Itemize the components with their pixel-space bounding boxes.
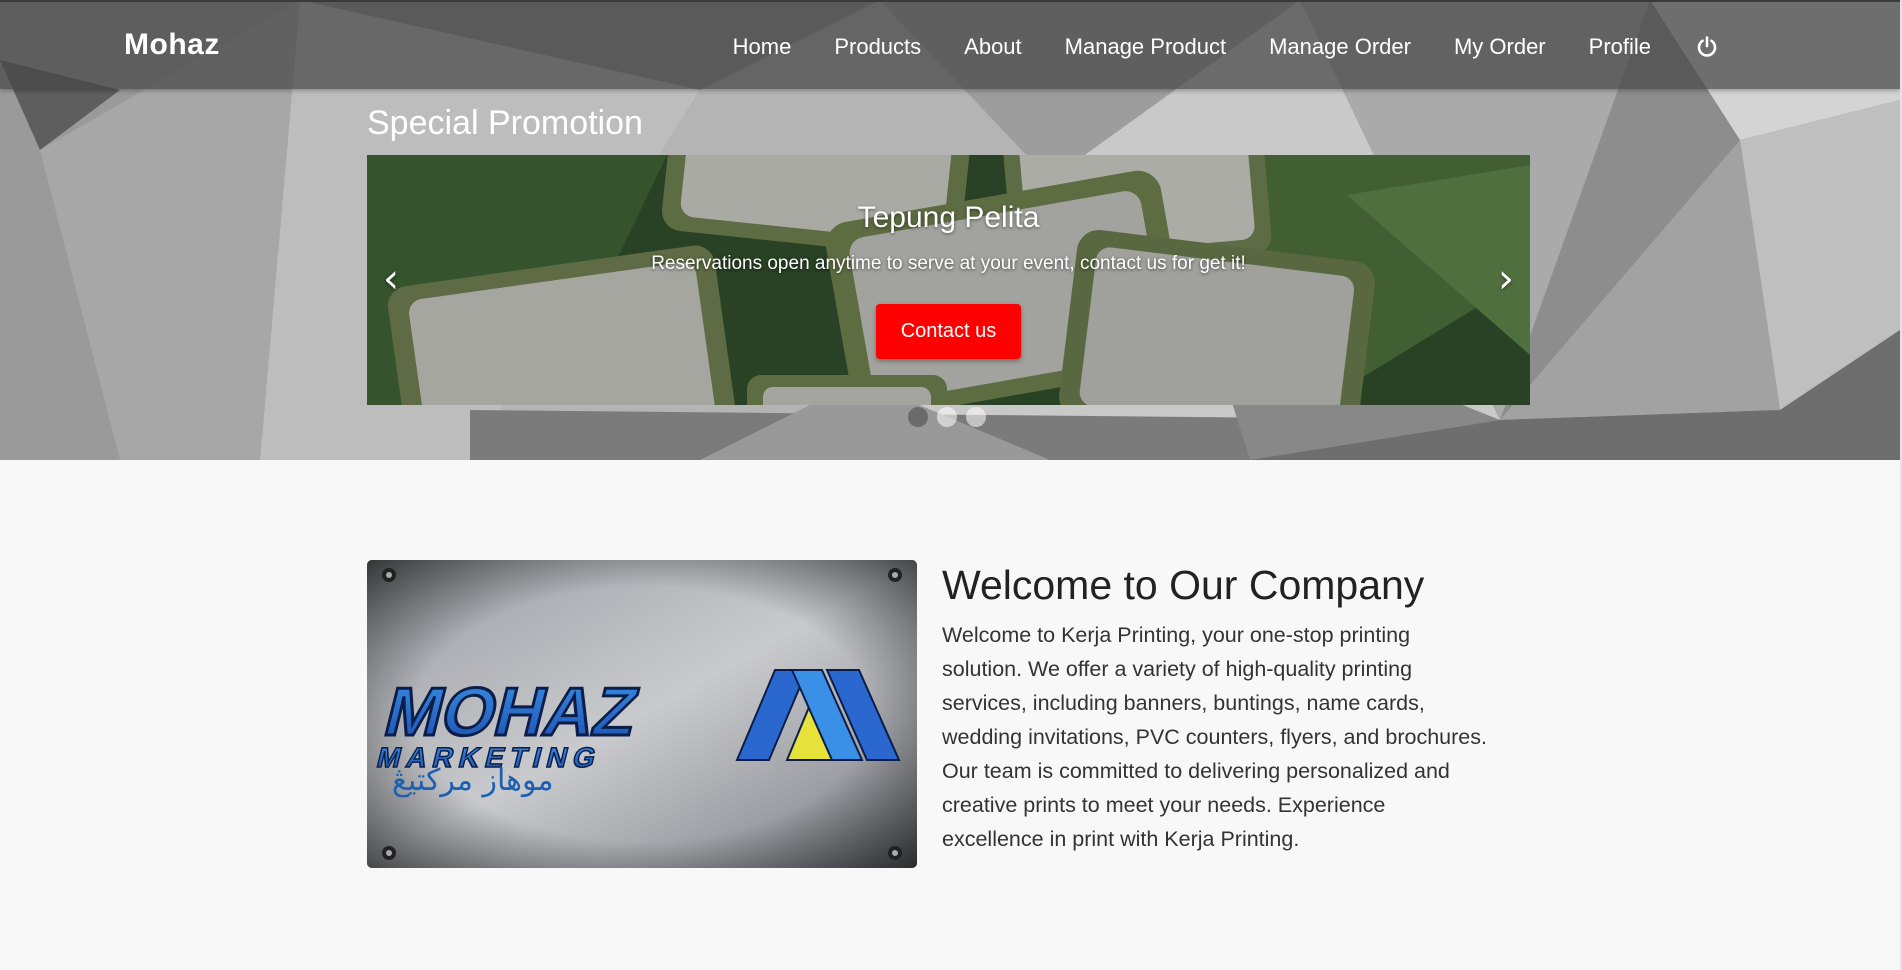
nav-about[interactable]: About bbox=[964, 34, 1022, 60]
promo-carousel: Tepung Pelita Reservations open anytime … bbox=[367, 155, 1530, 405]
carousel-indicator-2[interactable] bbox=[937, 407, 957, 427]
slide-title: Tepung Pelita bbox=[857, 201, 1040, 234]
brand-logo[interactable]: Mohaz bbox=[124, 28, 220, 62]
nav-home[interactable]: Home bbox=[733, 34, 792, 60]
slide-description: Reservations open anytime to serve at yo… bbox=[651, 253, 1246, 274]
welcome-paragraph: Welcome to Kerja Printing, your one-stop… bbox=[942, 623, 1487, 851]
carousel-indicators bbox=[908, 407, 986, 427]
nav-my-order[interactable]: My Order bbox=[1454, 34, 1546, 60]
carousel-prev-icon[interactable]: ‹ bbox=[383, 259, 399, 299]
company-logo-image: MOHAZ MARKETING موهاز مركتيڠ bbox=[367, 560, 917, 868]
nav-products[interactable]: Products bbox=[834, 34, 921, 60]
carousel-indicator-1[interactable] bbox=[908, 407, 928, 427]
nav-profile[interactable]: Profile bbox=[1589, 34, 1651, 60]
nav-links: Home Products About Manage Product Manag… bbox=[690, 2, 1720, 91]
carousel-indicator-3[interactable] bbox=[966, 407, 986, 427]
contact-us-button[interactable]: Contact us bbox=[876, 304, 1021, 359]
nav-manage-order[interactable]: Manage Order bbox=[1269, 34, 1411, 60]
navbar: Mohaz Home Products About Manage Product… bbox=[0, 0, 1900, 89]
nav-manage-product[interactable]: Manage Product bbox=[1065, 34, 1226, 60]
carousel-next-icon[interactable]: › bbox=[1498, 259, 1514, 299]
logo-text-arabic: موهاز مركتيڠ bbox=[392, 763, 554, 798]
power-icon[interactable] bbox=[1694, 34, 1720, 60]
welcome-title: Welcome to Our Company bbox=[942, 562, 1425, 608]
logo-text-mohaz: MOHAZ bbox=[378, 673, 646, 750]
promo-heading: Special Promotion bbox=[367, 104, 643, 142]
